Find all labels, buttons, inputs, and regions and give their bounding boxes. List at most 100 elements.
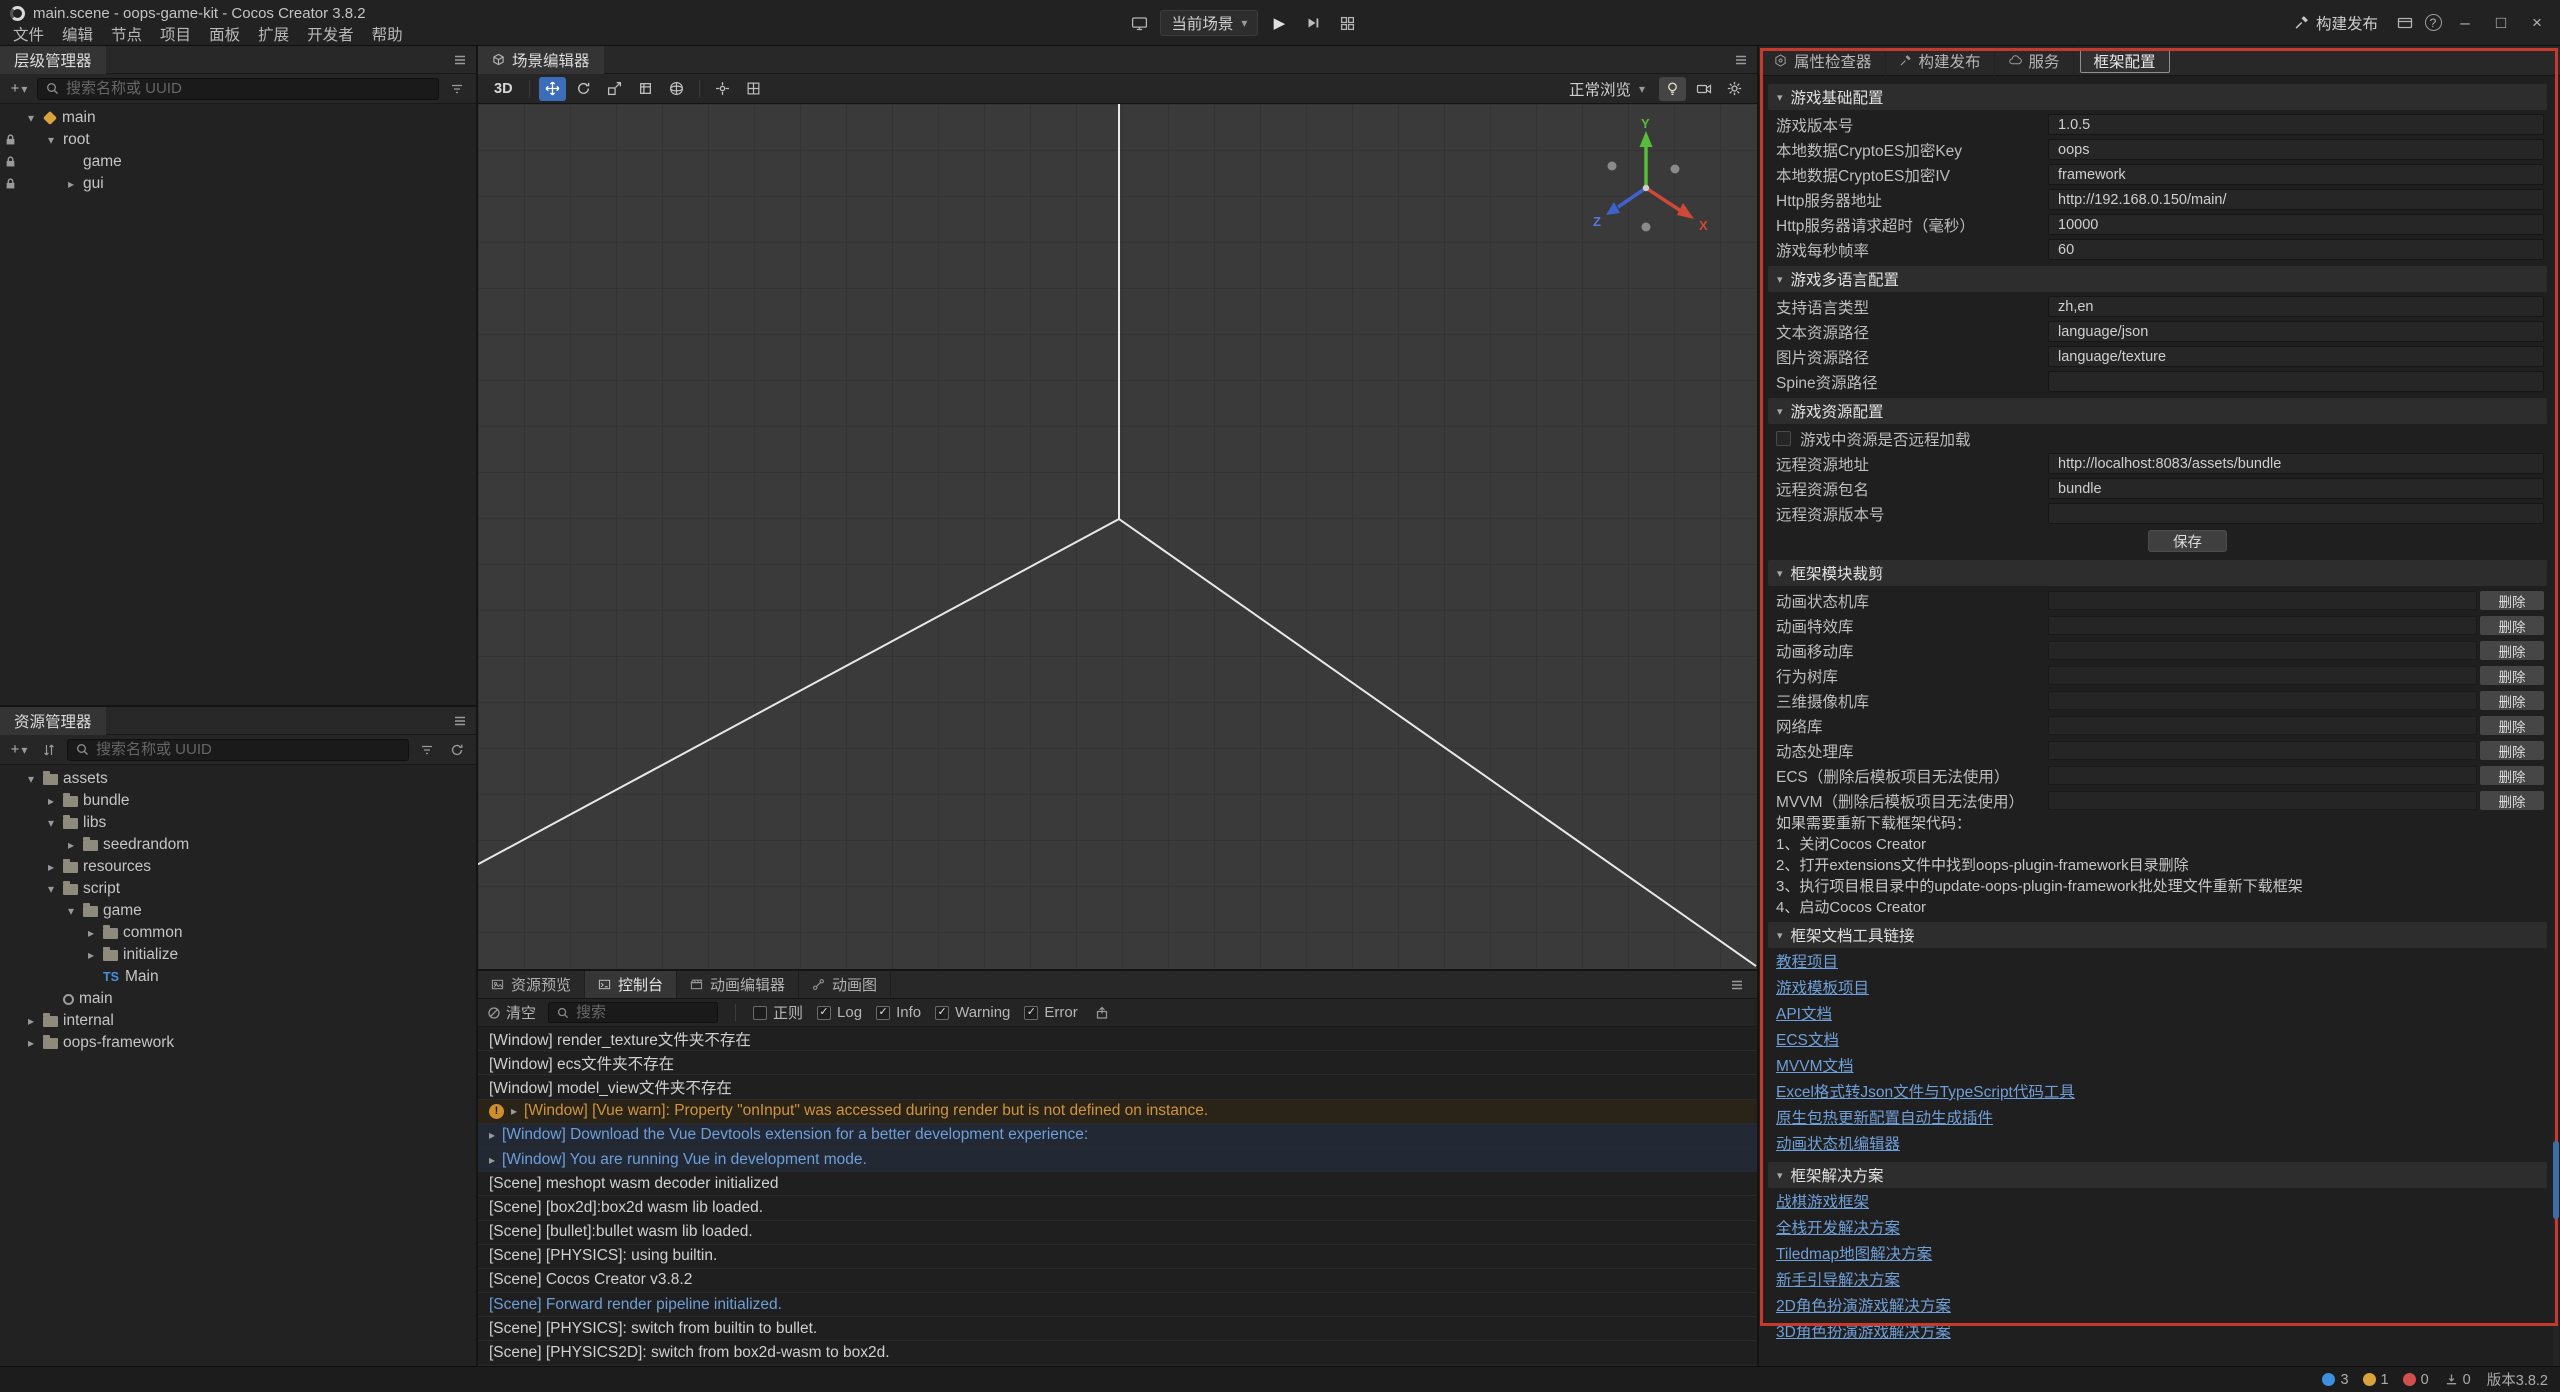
delete-button[interactable]: 删除 bbox=[2480, 641, 2544, 660]
console-log-row[interactable]: [Window] ecs文件夹不存在 bbox=[478, 1051, 1757, 1075]
field-input[interactable]: zh,en bbox=[2048, 296, 2544, 317]
console-log-row[interactable]: [Scene] Forward render pipeline initiali… bbox=[478, 1293, 1757, 1317]
assets-filter-icon[interactable] bbox=[415, 739, 439, 761]
console-log-row[interactable]: [Scene] [PHYSICS]: switch from builtin t… bbox=[478, 1317, 1757, 1341]
console-filter-regex[interactable]: 正则 bbox=[753, 1002, 803, 1023]
help-icon[interactable]: ? bbox=[2420, 10, 2446, 36]
hierarchy-node[interactable]: ▾main bbox=[0, 107, 476, 129]
menu-item[interactable]: 开发者 bbox=[298, 23, 363, 45]
assetdb-icon[interactable] bbox=[2392, 10, 2418, 36]
caret-right-icon[interactable]: ▸ bbox=[44, 860, 58, 874]
section-header[interactable]: ▾游戏多语言配置 bbox=[1768, 266, 2547, 292]
doc-link[interactable]: 3D角色扮演游戏解决方案 bbox=[1768, 1320, 2547, 1346]
console-tab[interactable]: 动画图 bbox=[799, 971, 891, 998]
doc-link[interactable]: 动画状态机编辑器 bbox=[1768, 1132, 2547, 1158]
console-log-row[interactable]: !▸[Window] [Vue warn]: Property "onInput… bbox=[478, 1100, 1757, 1124]
field-input[interactable]: 1.0.5 bbox=[2048, 114, 2544, 135]
inspector-tab-inspector[interactable]: 属性检查器 bbox=[1761, 46, 1886, 76]
field-input[interactable]: http://localhost:8083/assets/bundle bbox=[2048, 453, 2544, 474]
snap-grid-icon[interactable] bbox=[740, 77, 767, 101]
hierarchy-node[interactable]: ▸gui bbox=[0, 173, 476, 195]
doc-link[interactable]: 原生包热更新配置自动生成插件 bbox=[1768, 1106, 2547, 1132]
asset-node[interactable]: ▸seedrandom bbox=[0, 834, 476, 856]
delete-button[interactable]: 删除 bbox=[2480, 691, 2544, 710]
close-button[interactable]: × bbox=[2520, 6, 2554, 40]
caret-down-icon[interactable]: ▾ bbox=[44, 882, 58, 896]
scale-tool-icon[interactable] bbox=[601, 77, 628, 101]
doc-link[interactable]: 2D角色扮演游戏解决方案 bbox=[1768, 1294, 2547, 1320]
asset-node[interactable]: ▾game bbox=[0, 900, 476, 922]
doc-link[interactable]: MVVM文档 bbox=[1768, 1054, 2547, 1080]
hierarchy-filter-icon[interactable] bbox=[445, 78, 469, 100]
field-input[interactable]: 60 bbox=[2048, 239, 2544, 260]
asset-node[interactable]: ▾libs bbox=[0, 812, 476, 834]
delete-button[interactable]: 删除 bbox=[2480, 591, 2544, 610]
section-header[interactable]: ▾框架文档工具链接 bbox=[1768, 922, 2547, 948]
hierarchy-menu-icon[interactable] bbox=[444, 53, 476, 67]
menu-item[interactable]: 项目 bbox=[151, 23, 200, 45]
console-log-row[interactable]: [Scene] meshopt wasm decoder initialized bbox=[478, 1172, 1757, 1196]
menu-item[interactable]: 节点 bbox=[102, 23, 151, 45]
doc-link[interactable]: API文档 bbox=[1768, 1002, 2547, 1028]
caret-right-icon[interactable]: ▸ bbox=[24, 1014, 38, 1028]
notification-count[interactable]: 0 bbox=[2445, 1372, 2471, 1388]
delete-button[interactable]: 删除 bbox=[2480, 791, 2544, 810]
preview-device-icon[interactable] bbox=[1126, 10, 1152, 36]
doc-link[interactable]: Excel格式转Json文件与TypeScript代码工具 bbox=[1768, 1080, 2547, 1106]
doc-link[interactable]: Tiledmap地图解决方案 bbox=[1768, 1242, 2547, 1268]
inspector-tab-service[interactable]: 服务 bbox=[1995, 46, 2074, 76]
doc-link[interactable]: ECS文档 bbox=[1768, 1028, 2547, 1054]
hierarchy-search-input[interactable] bbox=[66, 80, 430, 97]
console-filter-log[interactable]: ✓Log bbox=[817, 1004, 862, 1021]
console-log-row[interactable]: [Scene] [box2d]:box2d wasm lib loaded. bbox=[478, 1196, 1757, 1220]
doc-link[interactable]: 教程项目 bbox=[1768, 950, 2547, 976]
assets-sort-icon[interactable] bbox=[37, 739, 61, 761]
menu-item[interactable]: 文件 bbox=[4, 23, 53, 45]
caret-down-icon[interactable]: ▾ bbox=[24, 111, 38, 125]
checkbox-icon[interactable] bbox=[1776, 431, 1791, 446]
scene-camera-icon[interactable] bbox=[1690, 77, 1717, 101]
menu-item[interactable]: 编辑 bbox=[53, 23, 102, 45]
caret-right-icon[interactable]: ▸ bbox=[64, 177, 78, 191]
field-input[interactable]: http://192.168.0.150/main/ bbox=[2048, 189, 2544, 210]
caret-down-icon[interactable]: ▾ bbox=[44, 133, 58, 147]
asset-node[interactable]: ▸resources bbox=[0, 856, 476, 878]
delete-button[interactable]: 删除 bbox=[2480, 741, 2544, 760]
minimize-button[interactable]: – bbox=[2448, 6, 2482, 40]
rect-tool-icon[interactable] bbox=[632, 77, 659, 101]
asset-node[interactable]: main bbox=[0, 988, 476, 1010]
scene-settings-gear-icon[interactable] bbox=[1721, 77, 1748, 101]
rotate-tool-icon[interactable] bbox=[570, 77, 597, 101]
doc-link[interactable]: 战棋游戏框架 bbox=[1768, 1190, 2547, 1216]
caret-down-icon[interactable]: ▾ bbox=[24, 772, 38, 786]
delete-button[interactable]: 删除 bbox=[2480, 716, 2544, 735]
asset-node[interactable]: ▸bundle bbox=[0, 790, 476, 812]
scene-viewport[interactable]: Y X Z bbox=[478, 104, 1757, 969]
console-filter-warning[interactable]: ✓Warning bbox=[935, 1004, 1010, 1021]
warning-count[interactable]: 1 bbox=[2363, 1372, 2389, 1388]
world-space-icon[interactable] bbox=[663, 77, 690, 101]
section-header[interactable]: ▾框架模块裁剪 bbox=[1768, 560, 2547, 586]
console-clear-button[interactable]: 清空 bbox=[487, 1002, 536, 1023]
assets-search-input[interactable] bbox=[96, 741, 400, 758]
build-publish-button[interactable]: 构建发布 bbox=[2282, 8, 2390, 38]
save-button[interactable]: 保存 bbox=[2148, 530, 2227, 552]
scene-select[interactable]: 当前场景 ▾ bbox=[1160, 10, 1258, 36]
asset-node[interactable]: ▾script bbox=[0, 878, 476, 900]
doc-link[interactable]: 游戏模板项目 bbox=[1768, 976, 2547, 1002]
play-button[interactable]: ▶ bbox=[1266, 10, 1292, 36]
console-tab[interactable]: 资源预览 bbox=[478, 971, 585, 998]
asset-node[interactable]: ▸internal bbox=[0, 1010, 476, 1032]
view-mode-select[interactable]: 正常浏览 ▾ bbox=[1559, 78, 1655, 100]
console-log-row[interactable]: [Scene] [PHYSICS2D]: switch from box2d-w… bbox=[478, 1341, 1757, 1365]
console-tab[interactable]: 动画编辑器 bbox=[677, 971, 799, 998]
console-menu-icon[interactable] bbox=[1721, 978, 1753, 992]
field-input[interactable]: language/texture bbox=[2048, 346, 2544, 367]
error-count[interactable]: 0 bbox=[2403, 1372, 2429, 1388]
step-button[interactable] bbox=[1300, 10, 1326, 36]
hierarchy-node[interactable]: game bbox=[0, 151, 476, 173]
field-input[interactable]: language/json bbox=[2048, 321, 2544, 342]
caret-right-icon[interactable]: ▸ bbox=[44, 794, 58, 808]
assets-refresh-icon[interactable] bbox=[445, 739, 469, 761]
doc-link[interactable]: 新手引导解决方案 bbox=[1768, 1268, 2547, 1294]
